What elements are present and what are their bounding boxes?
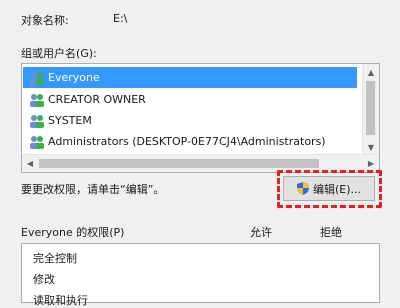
permissions-title: Everyone 的权限(P) bbox=[21, 226, 125, 239]
edit-button[interactable]: 编辑(E)... bbox=[283, 176, 375, 201]
list-item[interactable]: Everyone bbox=[23, 67, 357, 88]
group-user-label: 组或用户名(G): bbox=[21, 47, 97, 60]
permission-item: 完全控制 bbox=[33, 252, 77, 265]
users-group-icon bbox=[30, 71, 44, 85]
vertical-scrollbar[interactable]: ▲ ▼ bbox=[362, 64, 379, 155]
scrollbar-thumb[interactable] bbox=[366, 81, 375, 135]
edit-hint-text: 要更改权限，请单击“编辑”。 bbox=[21, 183, 165, 196]
list-item-label: SYSTEM bbox=[48, 114, 92, 127]
scroll-up-icon[interactable]: ▲ bbox=[363, 64, 379, 80]
users-group-icon bbox=[30, 135, 44, 149]
list-item-label: Administrators (DESKTOP-0E77CJ4\Administ… bbox=[48, 135, 326, 148]
scroll-right-icon[interactable]: ▶ bbox=[363, 155, 379, 171]
list-item[interactable]: SYSTEM bbox=[23, 110, 357, 131]
edit-button-label: 编辑(E)... bbox=[312, 182, 362, 196]
object-name-value: E:\ bbox=[113, 12, 128, 25]
users-group-icon bbox=[30, 93, 44, 107]
allow-column-header: 允许 bbox=[250, 226, 272, 239]
list-item[interactable]: Administrators (DESKTOP-0E77CJ4\Administ… bbox=[23, 131, 357, 152]
list-item-label: CREATOR OWNER bbox=[48, 93, 146, 106]
list-item[interactable]: CREATOR OWNER bbox=[23, 89, 357, 110]
users-group-icon bbox=[30, 114, 44, 128]
uac-shield-icon bbox=[296, 182, 309, 195]
permission-item: 修改 bbox=[33, 273, 55, 286]
scrollbar-thumb[interactable] bbox=[39, 159, 319, 168]
permission-item: 读取和执行 bbox=[33, 294, 88, 307]
deny-column-header: 拒绝 bbox=[320, 226, 342, 239]
group-user-list[interactable]: Everyone CREATOR OWNER SYSTEM Administra… bbox=[21, 63, 380, 173]
scroll-left-icon[interactable]: ◀ bbox=[22, 155, 38, 171]
scroll-down-icon[interactable]: ▼ bbox=[363, 139, 379, 155]
list-item-label: Everyone bbox=[48, 71, 100, 84]
object-name-label: 对象名称: bbox=[21, 14, 69, 27]
permissions-list[interactable]: 完全控制 修改 读取和执行 bbox=[21, 243, 380, 307]
